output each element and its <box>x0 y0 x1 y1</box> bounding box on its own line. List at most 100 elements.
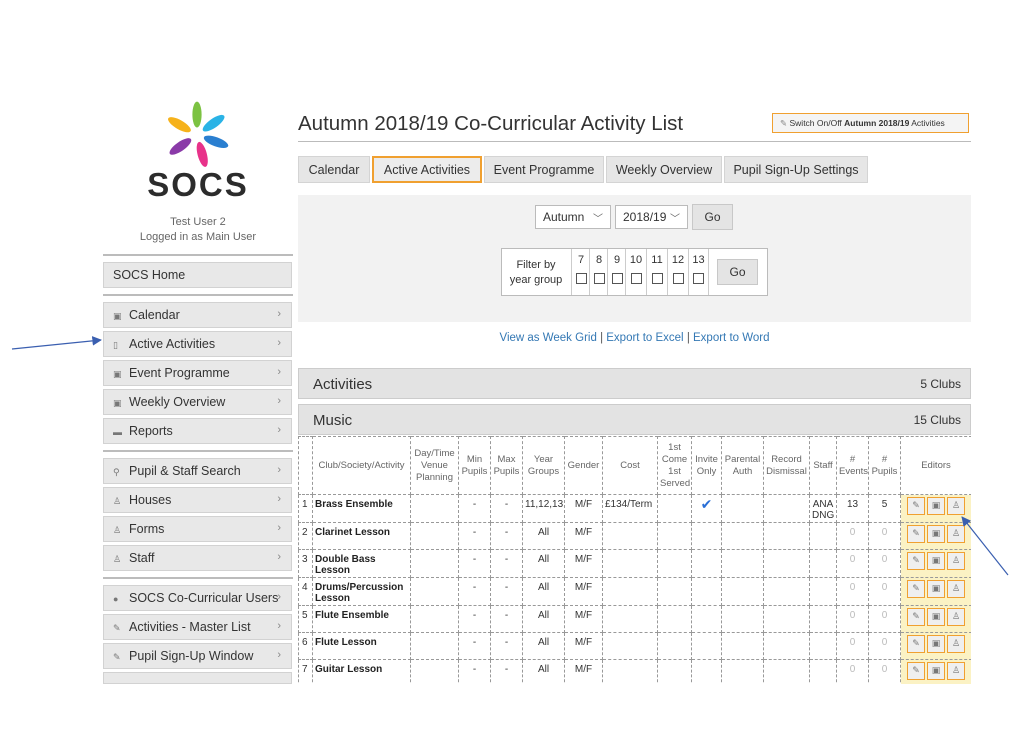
sidebar-item-label: Event Programme <box>129 366 230 380</box>
pupils-button[interactable]: ♙ <box>947 580 965 598</box>
sidebar-item-reports[interactable]: ▬ Reports › <box>103 418 292 444</box>
sidebar-item-label: SOCS Home <box>113 268 186 282</box>
year-12-filter: 12 <box>667 249 688 295</box>
col-header-day-time: Day/Time Venue Planning <box>410 436 459 495</box>
switch-activities-button[interactable]: ✎ Switch On/Off Autumn 2018/19 Activitie… <box>772 113 969 133</box>
cell-cost <box>602 522 658 550</box>
cell-club-name[interactable]: Double Bass Lesson <box>312 549 411 578</box>
sidebar-item-staff[interactable]: ♙ Staff › <box>103 545 292 571</box>
tab-event-programme[interactable]: Event Programme <box>484 156 604 183</box>
year-10-checkbox[interactable] <box>630 273 642 284</box>
edit-button[interactable]: ✎ <box>907 608 925 626</box>
cell-invite-only <box>691 577 722 606</box>
cell-parental-auth <box>721 605 764 633</box>
cell-staff <box>809 659 837 684</box>
cell-min-pupils: - <box>458 522 491 550</box>
cell-staff <box>809 549 837 578</box>
sidebar-item-socs-home[interactable]: SOCS Home <box>103 262 292 288</box>
pupils-button[interactable]: ♙ <box>947 552 965 570</box>
calendar-button[interactable]: ▣ <box>927 635 945 653</box>
export-word-link[interactable]: Export to Word <box>693 332 770 344</box>
calendar-button[interactable]: ▣ <box>927 525 945 543</box>
cell-pupils-count: 0 <box>868 549 901 578</box>
year-12-checkbox[interactable] <box>672 273 684 284</box>
sidebar-item-pupil-staff-search[interactable]: ⚲ Pupil & Staff Search › <box>103 458 292 484</box>
sidebar-item-event-programme[interactable]: ▣ Event Programme › <box>103 360 292 386</box>
cell-club-name[interactable]: Drums/Percussion Lesson <box>312 577 411 606</box>
pupils-button[interactable]: ♙ <box>947 525 965 543</box>
user-role: Logged in as Main User <box>139 231 257 243</box>
pupils-button[interactable]: ♙ <box>947 662 965 680</box>
calendar-button[interactable]: ▣ <box>927 608 945 626</box>
cell-club-name[interactable]: Brass Ensemble <box>312 494 411 523</box>
export-excel-link[interactable]: Export to Excel <box>606 332 683 344</box>
section-activities[interactable]: Activities 5 Clubs <box>298 368 971 399</box>
sidebar-item-pupil-sign-up-window[interactable]: ✎ Pupil Sign-Up Window › <box>103 643 292 669</box>
cell-editors: ✎ ▣ ♙ <box>900 632 971 660</box>
sidebar-item-clipped[interactable] <box>103 672 292 684</box>
pupils-button[interactable]: ♙ <box>947 608 965 626</box>
cell-club-name[interactable]: Flute Lesson <box>312 632 411 660</box>
table-body: 1 Brass Ensemble - -11,12,13 M/F £134/Term ✔ AN… <box>298 494 971 684</box>
tab-pupil-sign-up-settings[interactable]: Pupil Sign-Up Settings <box>724 156 868 183</box>
year-8-checkbox[interactable] <box>593 273 605 284</box>
sidebar-item-forms[interactable]: ♙ Forms › <box>103 516 292 542</box>
section-count: 5 Clubs <box>920 377 961 391</box>
edit-button[interactable]: ✎ <box>907 552 925 570</box>
sidebar-item-activities-master-list[interactable]: ✎ Activities - Master List › <box>103 614 292 640</box>
pupils-button[interactable]: ♙ <box>947 497 965 515</box>
sidebar-item-active-activities[interactable]: ▯ Active Activities › <box>103 331 292 357</box>
cell-pupils-count: 0 <box>868 659 901 684</box>
edit-button[interactable]: ✎ <box>907 580 925 598</box>
tab-active-activities[interactable]: Active Activities <box>372 156 482 183</box>
cell-year-groups: All <box>522 549 565 578</box>
calendar-button[interactable]: ▣ <box>927 580 945 598</box>
chevron-right-icon: › <box>277 522 281 534</box>
filter-label-line1: Filter by <box>516 259 556 271</box>
calendar-button[interactable]: ▣ <box>927 497 945 515</box>
sidebar-item-co-curricular-users[interactable]: ● SOCS Co-Curricular Users › <box>103 585 292 611</box>
cell-cost <box>602 632 658 660</box>
edit-button[interactable]: ✎ <box>907 497 925 515</box>
tab-weekly-overview[interactable]: Weekly Overview <box>606 156 722 183</box>
chevron-right-icon: › <box>277 620 281 632</box>
cell-day-time <box>410 522 459 550</box>
tab-calendar[interactable]: Calendar <box>298 156 370 183</box>
cell-parental-auth <box>721 494 764 523</box>
edit-button[interactable]: ✎ <box>907 635 925 653</box>
sidebar-item-label: Calendar <box>129 308 180 322</box>
edit-button[interactable]: ✎ <box>907 525 925 543</box>
year-11-checkbox[interactable] <box>651 273 663 284</box>
filter-go-button[interactable]: Go <box>717 259 758 285</box>
term-go-button[interactable]: Go <box>692 204 733 230</box>
term-select[interactable]: Autumn ﹀ <box>535 205 611 229</box>
cell-min-pupils: - <box>458 632 491 660</box>
year-select[interactable]: 2018/19 ﹀ <box>615 205 688 229</box>
cell-parental-auth <box>721 522 764 550</box>
sidebar-item-houses[interactable]: ♙ Houses › <box>103 487 292 513</box>
cell-index: 2 <box>298 522 313 550</box>
year-13-checkbox[interactable] <box>693 273 704 284</box>
calendar-button[interactable]: ▣ <box>927 552 945 570</box>
cell-events-count: 0 <box>836 605 869 633</box>
year-7-checkbox[interactable] <box>575 273 587 284</box>
year-10-filter: 10 <box>625 249 646 295</box>
section-music[interactable]: Music 15 Clubs <box>298 404 971 435</box>
export-links: View as Week Grid | Export to Excel | Ex… <box>298 332 971 344</box>
sidebar-item-weekly-overview[interactable]: ▣ Weekly Overview › <box>103 389 292 415</box>
calendar-button[interactable]: ▣ <box>927 662 945 680</box>
cell-max-pupils: - <box>490 577 523 606</box>
cell-club-name[interactable]: Clarinet Lesson <box>312 522 411 550</box>
week-grid-link[interactable]: View as Week Grid <box>499 332 596 344</box>
cell-club-name[interactable]: Guitar Lesson <box>312 659 411 684</box>
cell-min-pupils: - <box>458 577 491 606</box>
year-9-checkbox[interactable] <box>611 273 623 284</box>
cell-staff <box>809 577 837 606</box>
cell-club-name[interactable]: Flute Ensemble <box>312 605 411 633</box>
sidebar-item-calendar[interactable]: ▣ Calendar › <box>103 302 292 328</box>
sidebar-item-label: Activities - Master List <box>129 620 251 634</box>
cell-day-time <box>410 605 459 633</box>
cell-index: 7 <box>298 659 313 684</box>
edit-button[interactable]: ✎ <box>907 662 925 680</box>
pupils-button[interactable]: ♙ <box>947 635 965 653</box>
